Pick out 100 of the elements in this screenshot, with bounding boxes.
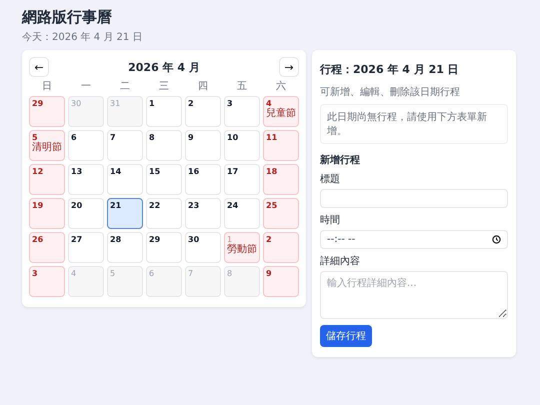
calendar-day[interactable]: 16 xyxy=(185,164,221,195)
day-number: 5 xyxy=(32,133,38,142)
day-number: 28 xyxy=(110,235,122,244)
calendar-day[interactable]: 3 xyxy=(224,96,260,127)
day-number: 26 xyxy=(32,235,44,244)
holiday-label: 勞動節 xyxy=(227,245,257,255)
clock-icon[interactable] xyxy=(492,235,501,244)
calendar-day[interactable]: 2 xyxy=(185,96,221,127)
day-number: 6 xyxy=(71,133,78,142)
day-number: 2 xyxy=(266,235,273,244)
day-number: 3 xyxy=(32,269,39,278)
calendar-day[interactable]: 15 xyxy=(146,164,182,195)
panel-title: 行程：2026 年 4 月 21 日 xyxy=(320,62,459,77)
weekday-label: 二 xyxy=(119,81,131,93)
calendar-day[interactable]: 24 xyxy=(224,198,260,229)
field-label: 時間 xyxy=(320,214,340,227)
day-number: 2 xyxy=(188,99,195,108)
day-number: 24 xyxy=(227,201,240,210)
calendar-day[interactable]: 3 xyxy=(29,266,65,297)
today-date: 今天：2026 年 4 月 21 日 xyxy=(22,31,144,44)
previous-month-button[interactable]: ← xyxy=(29,57,49,77)
form-title: 新增行程 xyxy=(320,153,360,167)
calendar-day[interactable]: 12 xyxy=(29,164,65,195)
calendar-day[interactable]: 20 xyxy=(68,198,104,229)
next-month-button[interactable]: → xyxy=(278,57,299,77)
day-number: 15 xyxy=(149,167,162,176)
day-number: 13 xyxy=(71,167,84,176)
calendar-day[interactable]: 6 xyxy=(68,130,104,161)
calendar-day[interactable]: 30 xyxy=(185,232,221,263)
day-number: 12 xyxy=(32,167,44,176)
day-number: 20 xyxy=(71,201,84,210)
calendar-day[interactable]: 22 xyxy=(146,198,182,229)
weekday-label: 五 xyxy=(236,81,248,93)
day-number: 21 xyxy=(110,201,122,210)
day-number: 10 xyxy=(227,133,240,142)
weekday-label: 日 xyxy=(41,81,53,93)
calendar-day[interactable]: 25 xyxy=(263,198,299,229)
details-textarea[interactable]: 輸入行程詳細內容... xyxy=(320,271,508,319)
day-number: 23 xyxy=(188,201,200,210)
day-number: 19 xyxy=(32,201,44,210)
day-number: 14 xyxy=(110,167,122,176)
day-number: 29 xyxy=(149,235,162,244)
calendar-day[interactable]: 8 xyxy=(146,130,182,161)
day-number: 4 xyxy=(266,99,272,108)
day-number: 18 xyxy=(266,167,278,176)
title-input[interactable] xyxy=(320,189,508,208)
day-number: 25 xyxy=(266,201,278,210)
calendar-day[interactable]: 23 xyxy=(185,198,221,229)
day-number: 16 xyxy=(188,167,200,176)
calendar-day[interactable]: 7 xyxy=(107,130,143,161)
calendar-day[interactable]: 1 xyxy=(146,96,182,127)
page-title: 網路版行事曆 xyxy=(22,8,113,27)
day-number: 6 xyxy=(149,269,156,278)
calendar-day[interactable]: 10 xyxy=(224,130,260,161)
day-number: 31 xyxy=(110,99,122,108)
calendar-day[interactable]: 5 清明節 xyxy=(29,130,65,161)
day-number: 7 xyxy=(110,133,117,142)
day-number: 5 xyxy=(110,269,116,278)
calendar-day[interactable]: 2 xyxy=(263,232,299,263)
calendar-day[interactable]: 29 xyxy=(29,96,65,127)
calendar-day[interactable]: 27 xyxy=(68,232,104,263)
calendar-day[interactable]: 13 xyxy=(68,164,104,195)
empty-message: 此日期尚無行程，請使用下方表單新增。 xyxy=(320,104,508,144)
calendar-day[interactable]: 14 xyxy=(107,164,143,195)
calendar-day[interactable]: 26 xyxy=(29,232,65,263)
calendar-day[interactable]: 11 xyxy=(263,130,299,161)
calendar-day[interactable]: 17 xyxy=(224,164,260,195)
day-number: 1 xyxy=(227,235,232,244)
weekday-label: 六 xyxy=(275,81,287,93)
month-title: 2026 年 4 月 xyxy=(128,60,200,74)
calendar-day[interactable]: 28 xyxy=(107,232,143,263)
holiday-label: 兒童節 xyxy=(266,109,296,119)
calendar-day[interactable]: 1 勞動節 xyxy=(224,232,260,263)
calendar-day[interactable]: 21 xyxy=(107,198,143,229)
field-label: 標題 xyxy=(320,172,340,186)
save-button[interactable]: 儲存行程 xyxy=(320,325,372,347)
calendar-day[interactable]: 18 xyxy=(263,164,299,195)
field-label: 詳細內容 xyxy=(320,254,360,268)
calendar-day[interactable]: 29 xyxy=(146,232,182,263)
day-number: 1 xyxy=(149,99,156,108)
day-number: 11 xyxy=(266,133,278,142)
day-number: 30 xyxy=(188,235,200,244)
calendar-day[interactable]: 9 xyxy=(263,266,299,297)
day-number: 29 xyxy=(32,99,44,108)
day-number: 17 xyxy=(227,167,240,176)
calendar-day[interactable]: 19 xyxy=(29,198,65,229)
weekday-label: 三 xyxy=(158,81,170,93)
day-number: 9 xyxy=(188,133,195,142)
day-number: 8 xyxy=(149,133,156,142)
panel-subtitle: 可新增、編輯、刪除該日期行程 xyxy=(320,86,460,99)
day-number: 7 xyxy=(188,269,194,278)
day-number: 3 xyxy=(227,99,234,108)
time-input[interactable]: --:-- -- xyxy=(320,230,508,249)
day-number: 8 xyxy=(227,269,234,278)
calendar-day[interactable]: 4 兒童節 xyxy=(263,96,299,127)
day-number: 22 xyxy=(149,201,162,210)
day-number: 30 xyxy=(71,99,82,108)
holiday-label: 清明節 xyxy=(32,143,62,153)
calendar-day[interactable]: 9 xyxy=(185,130,221,161)
weekday-label: 四 xyxy=(197,81,209,93)
